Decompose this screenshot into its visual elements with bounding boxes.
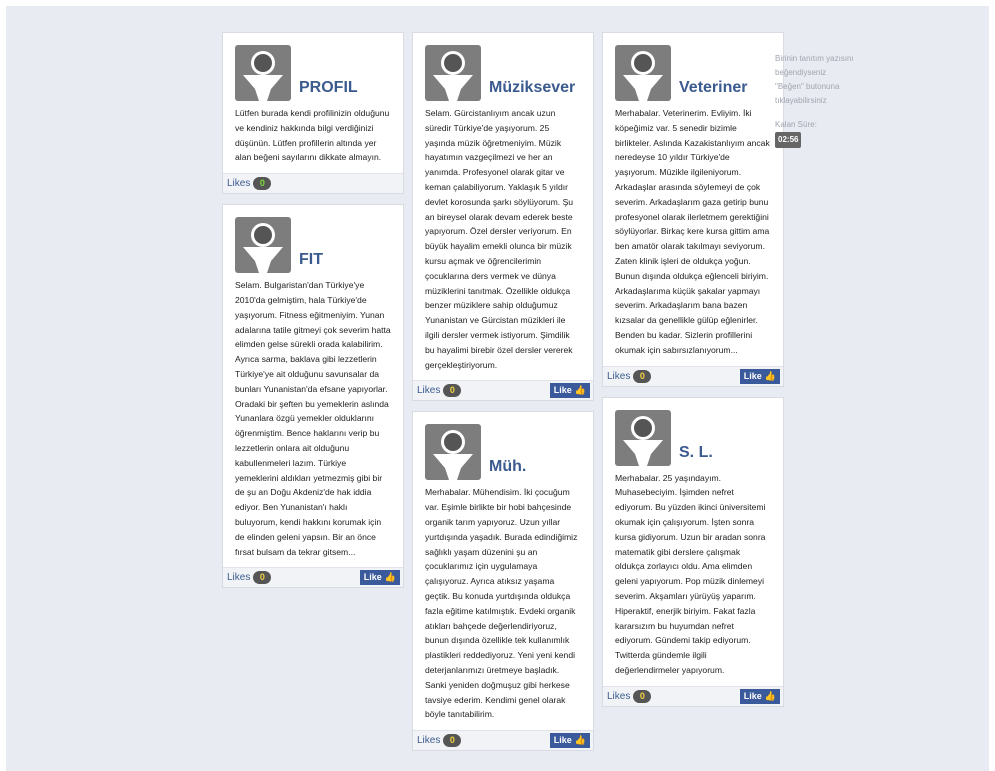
- profile-bio: Merhabalar. 25 yaşındayım. Muhasebeciyim…: [615, 472, 766, 675]
- likes-label: Likes: [607, 690, 631, 702]
- avatar-icon: [425, 45, 481, 101]
- card-footer: Likes 0 Like 👍: [413, 380, 593, 401]
- likes-count-badge: 0: [443, 384, 462, 398]
- thumbs-up-icon: 👍: [764, 690, 776, 701]
- avatar-icon: [615, 45, 671, 101]
- card-footer: Likes 0 Like 👍: [223, 567, 403, 588]
- like-button[interactable]: Like 👍: [739, 368, 780, 384]
- like-button[interactable]: Like 👍: [549, 733, 590, 749]
- like-button-label: Like: [363, 572, 382, 583]
- like-button-label: Like: [553, 735, 572, 746]
- column-1: PROFIL Lütfen burada kendi profilinizin …: [222, 32, 404, 598]
- likes-label: Likes: [417, 385, 441, 397]
- card-footer: Likes 0 Like 👍: [603, 685, 783, 706]
- side-info-text: Birinin tanıtım yazısını beğendiyseniz "…: [775, 54, 854, 105]
- column-3: Veteriner Merhabalar. Veterinerim. Evliy…: [602, 32, 784, 717]
- card-footer: Likes 0: [223, 173, 403, 194]
- card-footer: Likes 0 Like 👍: [603, 365, 783, 386]
- profile-card-own: PROFIL Lütfen burada kendi profilinizin …: [222, 32, 404, 195]
- avatar-icon: [615, 409, 671, 466]
- like-button-label: Like: [553, 385, 572, 396]
- profile-bio: Lütfen burada kendi profilinizin olduğun…: [235, 108, 390, 163]
- like-button-label: Like: [743, 370, 762, 381]
- thumbs-up-icon: 👍: [574, 385, 586, 396]
- likes-count-badge: 0: [633, 369, 652, 383]
- profile-card-muh: Müh. Merhabalar. Mühendisim. İki çocuğum…: [412, 411, 594, 752]
- like-button[interactable]: Like 👍: [739, 688, 780, 704]
- likes-count-badge: 0: [253, 571, 272, 585]
- side-panel: Birinin tanıtım yazısını beğendiyseniz "…: [775, 52, 855, 148]
- likes-label: Likes: [227, 178, 251, 190]
- profile-name: S. L.: [679, 443, 713, 461]
- like-button[interactable]: Like 👍: [549, 383, 590, 399]
- avatar-icon: [235, 217, 291, 274]
- profile-bio: Merhabalar. Veterinerim. Evliyim. İki kö…: [615, 108, 770, 355]
- thumbs-up-icon: 👍: [574, 735, 586, 746]
- avatar-icon: [235, 45, 291, 101]
- profile-card-sl: S. L. Merhabalar. 25 yaşındayım. Muhaseb…: [602, 396, 784, 707]
- profile-bio: Selam. Bulgaristan'dan Türkiye'ye 2010'd…: [235, 280, 391, 557]
- likes-label: Likes: [607, 370, 631, 382]
- profile-name: Müziksever: [489, 79, 576, 96]
- profile-card-muziksever: Müziksever Selam. Gürcistanlıyım ancak u…: [412, 32, 594, 402]
- likes-count-badge: 0: [253, 177, 272, 191]
- profile-card-fit: FIT Selam. Bulgaristan'dan Türkiye'ye 20…: [222, 204, 404, 589]
- profile-bio: Merhabalar. Mühendisim. İki çocuğum var.…: [425, 487, 578, 720]
- likes-count-badge: 0: [443, 734, 462, 748]
- likes-count-badge: 0: [633, 689, 652, 703]
- timer-label: Kalan Süre:: [775, 120, 817, 129]
- profile-name: PROFIL: [299, 79, 358, 96]
- likes-label: Likes: [227, 572, 251, 584]
- avatar-icon: [425, 424, 481, 481]
- timer-value: 02:56: [775, 132, 802, 148]
- like-button[interactable]: Like 👍: [359, 570, 400, 586]
- profile-name: Müh.: [489, 458, 527, 476]
- profile-name: Veteriner: [679, 79, 748, 96]
- profile-bio: Selam. Gürcistanlıyım ancak uzun süredir…: [425, 108, 574, 370]
- like-button-label: Like: [743, 690, 762, 701]
- thumbs-up-icon: 👍: [764, 370, 776, 381]
- likes-label: Likes: [417, 735, 441, 747]
- profile-name: FIT: [299, 251, 323, 269]
- card-footer: Likes 0 Like 👍: [413, 730, 593, 751]
- column-2: Müziksever Selam. Gürcistanlıyım ancak u…: [412, 32, 594, 761]
- profile-card-veteriner: Veteriner Merhabalar. Veterinerim. Evliy…: [602, 32, 784, 387]
- thumbs-up-icon: 👍: [384, 572, 396, 583]
